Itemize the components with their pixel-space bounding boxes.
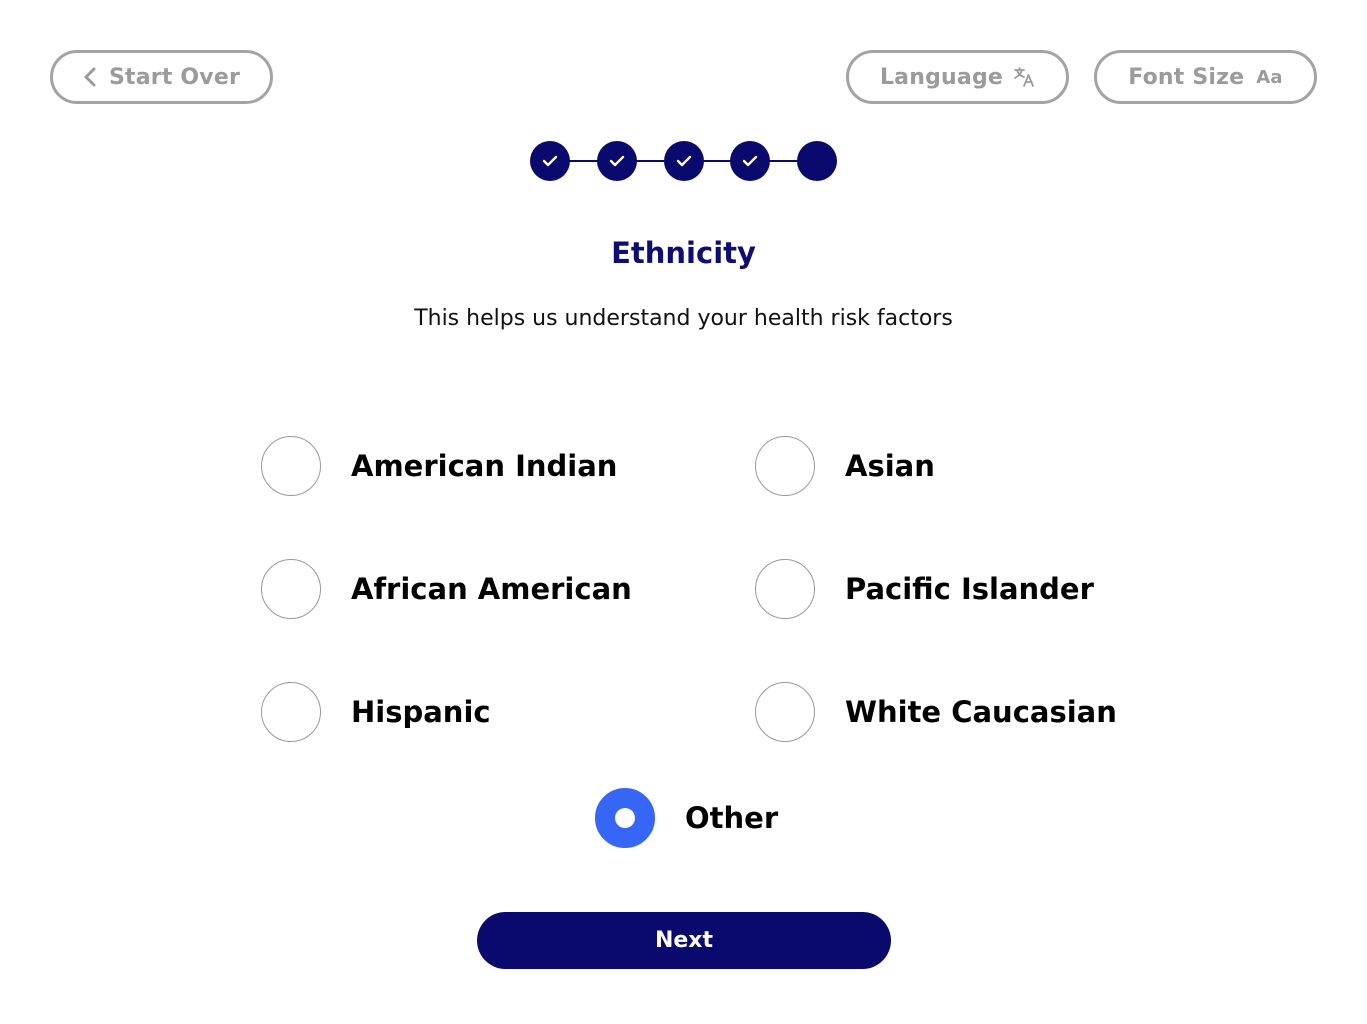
radio-white-caucasian[interactable]: [755, 682, 815, 742]
option-label: African American: [351, 572, 632, 606]
option-pacific-islander[interactable]: Pacific Islander: [755, 559, 1094, 619]
option-asian[interactable]: Asian: [755, 436, 935, 496]
check-icon: [609, 155, 625, 167]
step-3-complete: [664, 141, 704, 181]
font-size-icon: Aa: [1256, 66, 1283, 88]
start-over-label: Start Over: [108, 64, 241, 90]
radio-hispanic[interactable]: [261, 682, 321, 742]
option-label: Asian: [845, 449, 935, 483]
step-2-complete: [597, 141, 637, 181]
option-label: Hispanic: [351, 695, 491, 729]
step-1-complete: [530, 141, 570, 181]
option-american-indian[interactable]: American Indian: [261, 436, 617, 496]
radio-african-american[interactable]: [261, 559, 321, 619]
start-over-button[interactable]: Start Over: [50, 50, 273, 104]
check-icon: [676, 155, 692, 167]
page-title: Ethnicity: [611, 236, 756, 270]
option-label: Pacific Islander: [845, 572, 1094, 606]
radio-asian[interactable]: [755, 436, 815, 496]
page-subtitle: This helps us understand your health ris…: [414, 306, 953, 331]
option-hispanic[interactable]: Hispanic: [261, 682, 491, 742]
step-4-complete: [730, 141, 770, 181]
next-label: Next: [654, 928, 714, 953]
translate-icon: [1013, 66, 1035, 88]
step-5-current: [797, 141, 837, 181]
radio-pacific-islander[interactable]: [755, 559, 815, 619]
option-label: Other: [685, 801, 779, 835]
font-size-button[interactable]: Font Size Aa: [1094, 50, 1317, 104]
radio-american-indian[interactable]: [261, 436, 321, 496]
language-label: Language: [879, 64, 1004, 90]
chevron-left-icon: [83, 66, 97, 88]
check-icon: [742, 155, 758, 167]
option-white-caucasian[interactable]: White Caucasian: [755, 682, 1117, 742]
next-button[interactable]: Next: [477, 912, 891, 969]
language-button[interactable]: Language: [846, 50, 1069, 104]
progress-stepper: [530, 141, 837, 181]
option-other[interactable]: Other: [595, 788, 778, 848]
radio-other-selected[interactable]: [595, 788, 655, 848]
check-icon: [542, 155, 558, 167]
option-label: American Indian: [351, 449, 618, 483]
option-label: White Caucasian: [845, 695, 1117, 729]
font-size-label: Font Size: [1128, 64, 1245, 90]
option-african-american[interactable]: African American: [261, 559, 632, 619]
